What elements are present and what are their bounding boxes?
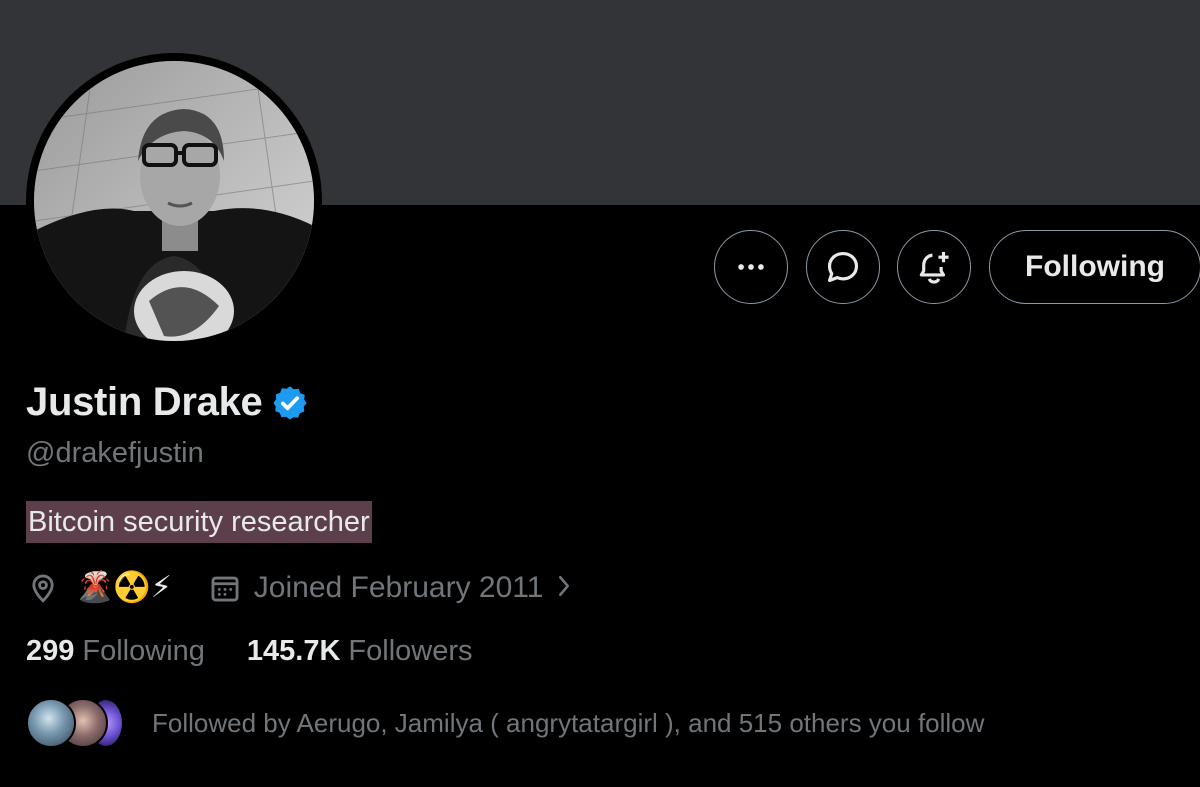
more-button[interactable] xyxy=(714,230,788,304)
name-row: Justin Drake xyxy=(26,380,309,425)
avatar xyxy=(26,698,76,748)
followed-by-avatars xyxy=(26,698,126,748)
avatar-photo xyxy=(34,61,314,341)
message-bubble-icon xyxy=(827,251,859,283)
following-button[interactable]: Following xyxy=(989,230,1200,304)
profile-location: 🌋☢️⚡ xyxy=(76,571,172,604)
notify-button[interactable] xyxy=(897,230,971,304)
chevron-right-icon xyxy=(553,571,575,606)
profile-bio: Bitcoin security researcher xyxy=(26,501,372,543)
verified-badge-icon[interactable] xyxy=(271,384,309,422)
calendar-icon xyxy=(208,571,242,605)
followers-count-link[interactable]: 145.7K Followers xyxy=(247,635,473,668)
profile-stats: 299 Following 145.7K Followers xyxy=(26,635,473,668)
followers-label: Followers xyxy=(348,635,473,667)
following-label: Following xyxy=(82,635,205,667)
profile-meta: 🌋☢️⚡ Joined February 2011 xyxy=(26,566,575,610)
profile-avatar[interactable] xyxy=(26,53,322,349)
following-count-link[interactable]: 299 Following xyxy=(26,635,205,668)
followed-by-row[interactable]: Followed by Aerugo, Jamilya ( angrytatar… xyxy=(26,698,984,748)
followers-count: 145.7K xyxy=(246,635,341,667)
joined-date[interactable]: Joined February 2011 xyxy=(208,571,576,606)
avatar-illustration xyxy=(34,61,314,341)
location-pin-icon xyxy=(26,571,60,605)
followed-by-text: Followed by Aerugo, Jamilya ( angrytatar… xyxy=(152,707,985,738)
profile-handle: @drakefjustin xyxy=(26,437,204,469)
more-horizontal-icon xyxy=(738,264,764,270)
bell-plus-icon xyxy=(919,251,949,284)
display-name: Justin Drake xyxy=(26,380,263,424)
following-count: 299 xyxy=(26,635,75,667)
joined-text: Joined February 2011 xyxy=(253,571,544,604)
message-button[interactable] xyxy=(806,230,880,304)
